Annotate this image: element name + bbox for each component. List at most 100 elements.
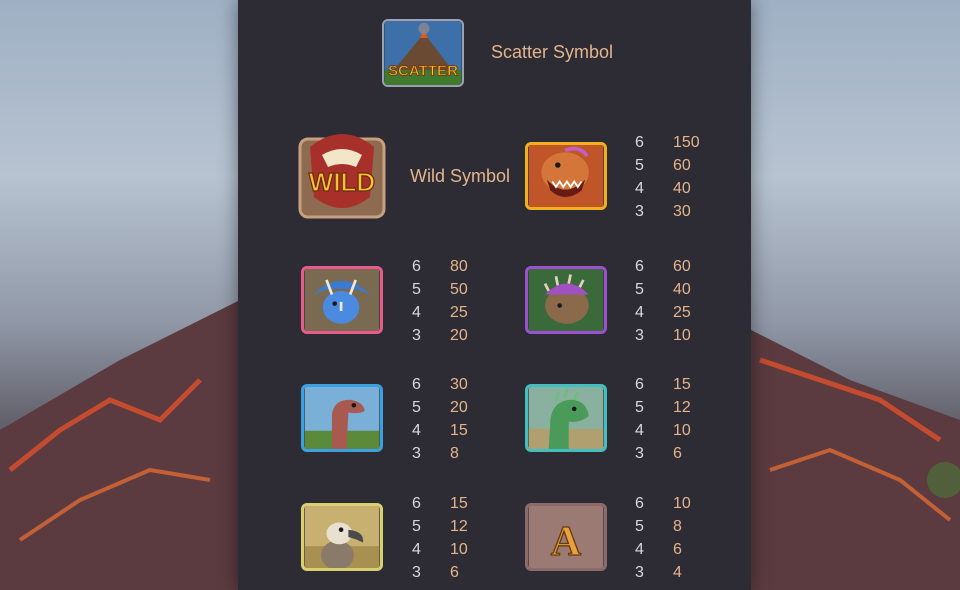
pay-value: 60 — [673, 258, 691, 275]
green-dino-paytable: 6 15 5 12 4 10 36 — [635, 373, 715, 465]
pay-row: 5 50 — [412, 278, 492, 301]
pay-value: 20 — [450, 399, 468, 416]
pay-value: 80 — [450, 258, 468, 275]
pay-count: 5 — [635, 157, 644, 174]
pay-row: 6 15 — [635, 373, 715, 396]
pay-count: 5 — [635, 399, 644, 416]
pay-count: 4 — [412, 304, 421, 321]
pay-value: 6 — [673, 541, 682, 558]
pay-count: 3 — [635, 203, 644, 220]
pay-count: 5 — [635, 281, 644, 298]
pay-value: 8 — [450, 445, 459, 462]
letter-a-icon: A — [525, 503, 607, 571]
green-dino-icon — [525, 384, 607, 452]
letter-a-paytable: 6 10 58 46 34 — [635, 492, 715, 584]
pay-count: 6 — [635, 376, 644, 393]
pay-row: 4 10 — [412, 538, 492, 561]
pay-count: 5 — [412, 281, 421, 298]
pay-row: 4 25 — [635, 301, 715, 324]
pay-row: 38 — [412, 442, 492, 465]
pay-value: 50 — [450, 281, 468, 298]
pay-count: 4 — [635, 422, 644, 439]
pay-count: 4 — [635, 304, 644, 321]
pay-row: 5 40 — [635, 278, 715, 301]
wild-symbol-label: Wild Symbol — [410, 166, 511, 186]
pay-count: 6 — [635, 258, 644, 275]
pay-row: 3 30 — [635, 200, 715, 223]
pay-row: 6 80 — [412, 255, 492, 278]
dodo-bird-icon — [301, 503, 383, 571]
sauropod-paytable: 6 30 5 20 4 15 38 — [412, 373, 492, 465]
pay-count: 5 — [412, 518, 421, 535]
pay-count: 3 — [635, 564, 644, 581]
pay-row: 6 60 — [635, 255, 715, 278]
pay-row: 5 60 — [635, 154, 715, 177]
pay-count: 4 — [635, 541, 644, 558]
pay-count: 6 — [412, 258, 421, 275]
pay-value: 150 — [673, 134, 700, 151]
pay-value: 6 — [673, 445, 682, 462]
pay-row: 4 10 — [635, 419, 715, 442]
pay-value: 4 — [673, 564, 682, 581]
pay-value: 15 — [673, 376, 691, 393]
trex-icon — [525, 142, 607, 210]
pay-value: 60 — [673, 157, 691, 174]
pay-value: 10 — [450, 541, 468, 558]
wild-symbol-text: WILD — [309, 167, 375, 197]
triceratops-icon — [301, 266, 383, 334]
pay-value: 40 — [673, 180, 691, 197]
pay-value: 25 — [673, 304, 691, 321]
pay-value: 15 — [450, 422, 468, 439]
pay-row: 34 — [635, 561, 715, 584]
pay-count: 5 — [635, 518, 644, 535]
scatter-symbol-text: SCATTER — [388, 63, 458, 80]
triceratops-paytable: 6 80 5 50 4 25 3 20 — [412, 255, 492, 347]
pay-row: 5 12 — [412, 515, 492, 538]
pay-value: 10 — [673, 422, 691, 439]
pay-count: 6 — [635, 495, 644, 512]
pay-row: 36 — [635, 442, 715, 465]
pay-value: 40 — [673, 281, 691, 298]
pay-value: 25 — [450, 304, 468, 321]
pay-value: 10 — [673, 495, 691, 512]
pay-count: 6 — [412, 495, 421, 512]
pay-value: 8 — [673, 518, 682, 535]
pay-row: 4 15 — [412, 419, 492, 442]
sauropod-icon — [301, 384, 383, 452]
ankylosaurus-icon — [525, 266, 607, 334]
pay-count: 4 — [635, 180, 644, 197]
ankylosaurus-paytable: 6 60 5 40 4 25 3 10 — [635, 255, 715, 347]
pay-row: 5 20 — [412, 396, 492, 419]
pay-count: 3 — [635, 327, 644, 344]
pay-row: 4 25 — [412, 301, 492, 324]
pay-value: 6 — [450, 564, 459, 581]
scatter-symbol-icon: SCATTER — [382, 19, 464, 87]
pay-row: 58 — [635, 515, 715, 538]
dodo-bird-paytable: 6 15 5 12 4 10 3 6 — [412, 492, 492, 584]
pay-value: 15 — [450, 495, 468, 512]
pay-row: 3 10 — [635, 324, 715, 347]
pay-row: 5 12 — [635, 396, 715, 419]
pay-count: 5 — [412, 399, 421, 416]
pay-value: 12 — [673, 399, 691, 416]
wild-symbol-icon: WILD — [292, 127, 392, 221]
pay-value: 30 — [673, 203, 691, 220]
pay-value: 10 — [673, 327, 691, 344]
pay-row: 6 15 — [412, 492, 492, 515]
pay-row: 6 150 — [635, 131, 715, 154]
pay-value: 12 — [450, 518, 468, 535]
pay-row: 4 40 — [635, 177, 715, 200]
pay-row: 46 — [635, 538, 715, 561]
pay-count: 3 — [635, 445, 644, 462]
pay-count: 3 — [412, 327, 421, 344]
pay-count: 6 — [412, 376, 421, 393]
letter-a-text: A — [551, 519, 581, 565]
trex-paytable: 6 150 5 60 4 40 3 30 — [635, 131, 715, 223]
pay-row: 6 10 — [635, 492, 715, 515]
pay-row: 3 20 — [412, 324, 492, 347]
scatter-symbol-label: Scatter Symbol — [491, 42, 614, 62]
pay-count: 4 — [412, 541, 421, 558]
pay-count: 6 — [635, 134, 644, 151]
pay-value: 30 — [450, 376, 468, 393]
pay-count: 3 — [412, 564, 421, 581]
